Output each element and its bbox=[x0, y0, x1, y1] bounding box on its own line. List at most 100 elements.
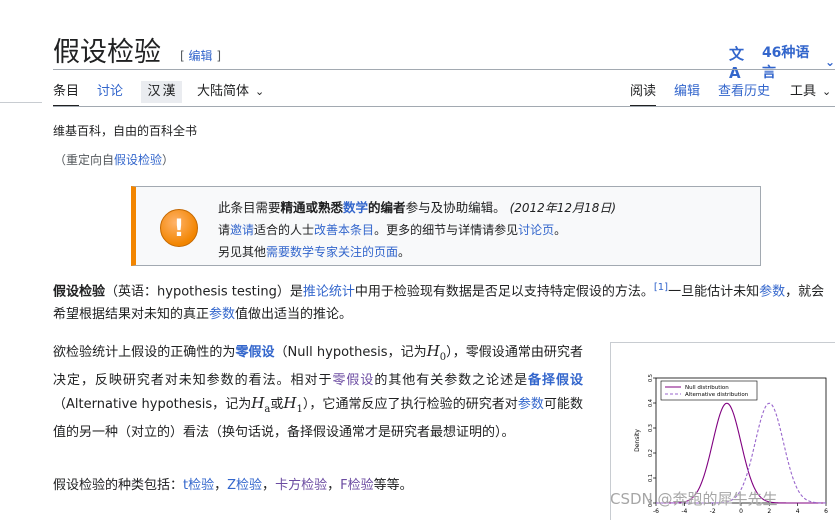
exclamation-icon: ! bbox=[160, 209, 198, 247]
expert-needed-notice: ! 此条目需要精通或熟悉数学的编者参与及协助编辑。 (2012年12月18日) … bbox=[131, 186, 761, 266]
variant-switch[interactable]: 汉漢 bbox=[141, 81, 182, 103]
edit-title-link[interactable]: 编辑 bbox=[189, 49, 213, 63]
notice-text-h: 。 bbox=[398, 245, 411, 259]
notice-text-f: 。 bbox=[554, 223, 567, 237]
title-edit-section: [ 编辑 ] bbox=[180, 47, 221, 64]
test-types-paragraph: 假设检验的种类包括：t检验，Z检验，卡方检验，F检验等等。 bbox=[53, 474, 413, 493]
chi-square-test-link[interactable]: 卡方检验 bbox=[275, 478, 327, 493]
tools-dropdown[interactable]: 工具 ⌄ bbox=[790, 84, 831, 100]
x-tick-label: -4 bbox=[681, 508, 687, 515]
parameter-link[interactable]: 参数 bbox=[759, 284, 785, 299]
notice-text-b: 参与及协助编辑。 bbox=[405, 200, 506, 215]
parameter-link[interactable]: 参数 bbox=[518, 397, 544, 412]
variant-traditional[interactable]: 漢 bbox=[163, 84, 176, 99]
legend-label: Null distribution bbox=[685, 385, 729, 391]
dialect-label: 大陆简体 bbox=[197, 84, 250, 99]
chevron-down-icon: ⌄ bbox=[255, 85, 265, 98]
p2-text-d: 的其他有关参数之论述是 bbox=[374, 373, 529, 388]
x-tick-label: 2 bbox=[767, 508, 771, 515]
x-tick-label: 0 bbox=[739, 508, 743, 515]
alternative-hypothesis-link[interactable]: 备择假设 bbox=[528, 373, 583, 388]
redirect-link[interactable]: 假设检验 bbox=[114, 153, 162, 167]
null-hypothesis-link[interactable]: 零假设 bbox=[332, 373, 374, 388]
h0-symbol: H0 bbox=[426, 342, 447, 363]
p2-text-e: （Alternative hypothesis，记为 bbox=[53, 397, 252, 412]
ha-symbol: Ha bbox=[251, 394, 271, 415]
redirect-prefix: （重定向自 bbox=[54, 153, 115, 167]
p2-text-a: 欲检验统计上假设的正确性的为 bbox=[53, 345, 236, 360]
tab-read[interactable]: 阅读 bbox=[630, 84, 657, 107]
talk-page-link[interactable]: 讨论页 bbox=[518, 223, 554, 237]
tab-article[interactable]: 条目 bbox=[53, 84, 80, 107]
notice-date: (2012年12月18日) bbox=[509, 201, 617, 215]
y-tick-label: 0.3 bbox=[648, 424, 654, 432]
parameter-link[interactable]: 参数 bbox=[209, 307, 235, 322]
tools-label: 工具 bbox=[790, 84, 817, 99]
y-tick-label: 0.4 bbox=[648, 399, 654, 407]
p2-or: 或 bbox=[270, 397, 284, 412]
legend-label: Alternative distribution bbox=[685, 392, 749, 398]
y-tick-label: 0.5 bbox=[648, 374, 654, 382]
p3-text-a: 假设检验的种类包括： bbox=[53, 478, 184, 493]
notice-line-1: 此条目需要精通或熟悉数学的编者参与及协助编辑。 (2012年12月18日) bbox=[218, 197, 616, 219]
separator: ， bbox=[262, 478, 276, 493]
improve-article-link[interactable]: 改善本条目 bbox=[314, 223, 374, 237]
x-tick-label: 6 bbox=[824, 508, 828, 515]
notice-text-g: 另见其他 bbox=[218, 245, 267, 259]
hypothesis-paragraph: 欲检验统计上假设的正确性的为零假设（Null hypothesis，记为H0），… bbox=[53, 340, 583, 444]
notice-text-c: 请 bbox=[218, 223, 231, 237]
p2-text-f: ），它通常反应了执行检验的研究者对 bbox=[302, 397, 518, 412]
y-tick-label: 0.1 bbox=[648, 474, 654, 482]
tabs-divider bbox=[53, 106, 835, 107]
tab-history[interactable]: 查看历史 bbox=[718, 84, 770, 100]
variant-simplified[interactable]: 汉 bbox=[147, 84, 160, 99]
notice-line-2: 请邀请适合的人士改善本条目。更多的细节与详情请参见讨论页。 bbox=[218, 219, 616, 241]
y-tick-label: 0.2 bbox=[648, 449, 654, 457]
inferential-statistics-link[interactable]: 推论统计 bbox=[303, 284, 355, 299]
reference-1-link[interactable]: [1] bbox=[654, 282, 668, 293]
tab-edit[interactable]: 编辑 bbox=[674, 84, 700, 100]
bracket-open: [ bbox=[180, 49, 185, 63]
intro-paragraph: 假设检验（英语：hypothesis testing）是推论统计中用于检验现有数… bbox=[53, 276, 833, 326]
lead-term: 假设检验 bbox=[53, 284, 106, 300]
x-tick-label: -6 bbox=[653, 508, 659, 515]
page-title: 假设检验 bbox=[53, 37, 161, 68]
chevron-down-icon: ⌄ bbox=[822, 85, 832, 98]
language-selector[interactable]: 文A 46种语言 ⌄ bbox=[729, 42, 835, 82]
notice-bold-a: 精通或熟悉 bbox=[280, 200, 344, 215]
chevron-down-icon: ⌄ bbox=[824, 55, 835, 69]
bracket-close: ] bbox=[216, 49, 222, 63]
p1-text-e: 值做出适当的推论。 bbox=[235, 307, 353, 323]
p1-text-a: （英语：hypothesis testing）是 bbox=[105, 284, 303, 300]
site-tagline: 维基百科，自由的百科全书 bbox=[53, 124, 198, 138]
x-tick-label: -2 bbox=[710, 508, 716, 515]
redirect-suffix: ） bbox=[162, 153, 175, 167]
math-link[interactable]: 数学 bbox=[343, 200, 368, 215]
notice-text-e: 。更多的细节与详情请参见 bbox=[374, 223, 519, 237]
p3-text-end: 等等。 bbox=[373, 478, 413, 493]
t-test-link[interactable]: t检验 bbox=[183, 478, 214, 493]
translate-icon: 文A bbox=[729, 44, 745, 82]
p1-text-c: 一旦能估计未知 bbox=[668, 284, 760, 300]
f-test-link[interactable]: F检验 bbox=[340, 478, 373, 493]
redirect-note: （重定向自假设检验） bbox=[54, 151, 174, 168]
notice-bold-b: 的编者 bbox=[368, 200, 406, 215]
csdn-watermark: CSDN @奔跑的犀牛先生 bbox=[610, 490, 778, 508]
separator: ， bbox=[214, 478, 228, 493]
dialect-dropdown[interactable]: 大陆简体 ⌄ bbox=[197, 84, 264, 100]
notice-text: 此条目需要精通或熟悉数学的编者参与及协助编辑。 (2012年12月18日) 请邀… bbox=[218, 197, 616, 263]
y-axis-label: Density bbox=[634, 429, 641, 452]
p2-text-b: （Null hypothesis，记为 bbox=[274, 345, 427, 360]
language-count: 46种语言 bbox=[761, 45, 810, 81]
separator: ， bbox=[327, 478, 341, 493]
invite-link[interactable]: 邀请 bbox=[230, 223, 254, 237]
tab-talk[interactable]: 讨论 bbox=[97, 84, 123, 100]
null-hypothesis-link[interactable]: 零假设 bbox=[235, 345, 274, 360]
math-expert-pages-link[interactable]: 需要数学专家关注的页面 bbox=[266, 245, 398, 259]
sidebar-edge bbox=[0, 102, 42, 103]
p1-text-b: 中用于检验现有数据是否足以支持特定假设的方法。 bbox=[354, 284, 654, 300]
h1-symbol: H1 bbox=[283, 394, 303, 415]
z-test-link[interactable]: Z检验 bbox=[227, 478, 262, 493]
title-divider bbox=[53, 69, 835, 70]
notice-text-d: 适合的人士 bbox=[254, 223, 315, 237]
